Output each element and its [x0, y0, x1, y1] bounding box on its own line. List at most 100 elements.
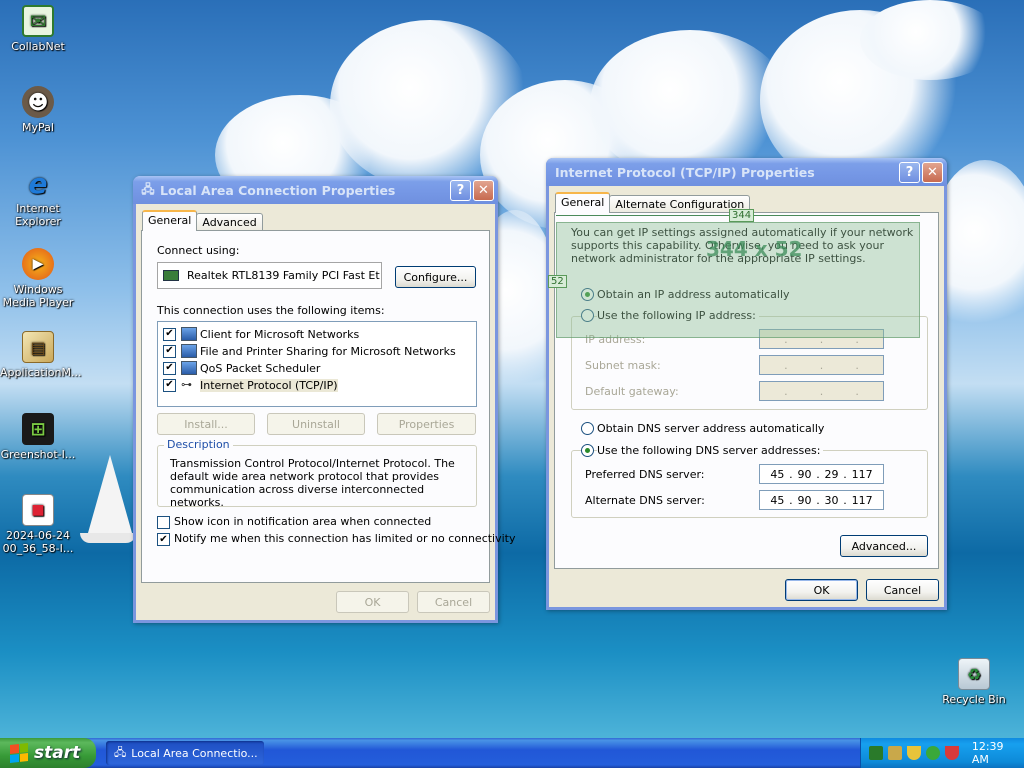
list-item[interactable]: ✔ File and Printer Sharing for Microsoft…: [163, 343, 456, 359]
advanced-button[interactable]: Advanced...: [840, 535, 928, 557]
local-area-connection-window: 🖧 Local Area Connection Properties ? ✕ G…: [133, 176, 516, 623]
close-button[interactable]: ✕: [473, 179, 494, 201]
ok-button[interactable]: OK: [336, 591, 409, 613]
internet-explorer-icon: e: [28, 166, 48, 200]
subnet-mask-field[interactable]: ...: [759, 355, 884, 375]
checkbox[interactable]: ✔: [163, 361, 176, 375]
configure-button[interactable]: Configure...: [395, 266, 476, 288]
default-gateway-label: Default gateway:: [585, 385, 679, 398]
tool-tray-icon[interactable]: [887, 746, 902, 760]
start-button[interactable]: start: [0, 738, 96, 768]
default-gateway-field[interactable]: ...: [759, 381, 884, 401]
ip-octet: 117: [851, 467, 873, 481]
network-icon: 🖧: [141, 181, 155, 196]
lac-general-panel: Connect using: Realtek RTL8139 Family PC…: [141, 230, 516, 583]
lac-titlebar[interactable]: 🖧 Local Area Connection Properties ? ✕: [133, 176, 498, 204]
tcpip-titlebar[interactable]: Internet Protocol (TCP/IP) Properties ? …: [546, 158, 947, 186]
cancel-button[interactable]: Cancel: [417, 591, 490, 613]
uninstall-button[interactable]: Uninstall: [267, 413, 365, 435]
collabnet-icon: ✉: [22, 5, 54, 37]
tab-advanced[interactable]: Advanced: [196, 213, 263, 231]
ip-octet: 29: [824, 467, 839, 481]
windows-logo-icon: [10, 743, 28, 763]
alternate-dns-field[interactable]: 45. 90. 30. 117: [759, 490, 884, 510]
subnet-mask-label: Subnet mask:: [585, 359, 661, 372]
preferred-dns-label: Preferred DNS server:: [585, 468, 705, 481]
mypal-icon: ☻: [22, 86, 54, 118]
ip-octet: 45: [770, 493, 785, 507]
checkbox[interactable]: ✔: [163, 344, 176, 358]
desktop-icon-collabnet[interactable]: ✉ CollabNet: [0, 5, 76, 53]
help-button[interactable]: ?: [450, 179, 471, 201]
adapter-field: Realtek RTL8139 Family PCI Fast Et: [157, 262, 382, 289]
components-list: ✔ Client for Microsoft Networks ✔ File a…: [157, 321, 477, 407]
description-legend: Description: [164, 438, 233, 451]
description-text: Transmission Control Protocol/Internet P…: [170, 457, 455, 509]
clock[interactable]: 12:39 AM: [972, 740, 1024, 766]
notify-checkbox[interactable]: ✔: [157, 533, 170, 546]
width-label: 344: [729, 209, 755, 222]
checkbox[interactable]: ✔: [163, 327, 176, 341]
description-group: Description Transmission Control Protoco…: [157, 438, 477, 509]
tab-general[interactable]: General: [555, 192, 611, 213]
desktop-icon-greenshot[interactable]: ⊞ Greenshot-I...: [0, 413, 76, 461]
list-item[interactable]: ✔ Client for Microsoft Networks: [163, 326, 359, 342]
ip-octet: 90: [797, 493, 812, 507]
desktop-icon-screenshot-file[interactable]: ■ 2024-06-24 00_36_58-I...: [0, 494, 76, 555]
items-label: This connection uses the following items…: [157, 304, 385, 317]
notify-label: Notify me when this connection has limit…: [174, 532, 516, 545]
sailboat: [88, 455, 132, 533]
connect-using-label: Connect using:: [157, 244, 240, 257]
taskbar-item-local-area-connection[interactable]: 🖧 Local Area Connectio...: [106, 741, 264, 765]
ip-octet: 30: [824, 493, 839, 507]
obtain-dns-radio[interactable]: [581, 422, 594, 435]
greenshot-icon: ⊞: [22, 413, 54, 445]
desktop-icon-mypal[interactable]: ☻ MyPal: [0, 86, 76, 134]
selection-size-text: 344 x 52: [706, 237, 803, 261]
tab-general[interactable]: General: [142, 210, 198, 231]
security-shield-icon[interactable]: [906, 746, 921, 760]
greenshot-tray-icon[interactable]: [869, 746, 883, 760]
height-label: 52: [548, 275, 567, 288]
network-adapter-icon: [163, 270, 179, 281]
image-file-icon: ■: [22, 494, 54, 526]
file-sharing-icon: [181, 344, 197, 358]
tcpip-tabs: General Alternate Configuration: [555, 192, 751, 213]
desktop-icon-recycle-bin[interactable]: ♻ Recycle Bin: [936, 658, 1012, 706]
lac-tabs: General Advanced: [142, 210, 263, 231]
lac-title: Local Area Connection Properties: [160, 182, 396, 198]
use-dns-radio[interactable]: [581, 444, 594, 457]
application-icon: ▤: [22, 331, 54, 363]
sailboat-hull: [80, 533, 136, 543]
preferred-dns-field[interactable]: 45. 90. 29. 117: [759, 464, 884, 484]
desktop-icon-applicationm[interactable]: ▤ ApplicationM...: [0, 331, 81, 379]
protocol-icon: ⊶: [181, 378, 197, 392]
close-button[interactable]: ✕: [922, 161, 943, 183]
windows-media-player-icon: ▶: [22, 248, 54, 280]
checkbox[interactable]: ✔: [163, 378, 176, 392]
use-dns-label: Use the following DNS server addresses:: [597, 444, 824, 457]
recycle-bin-icon: ♻: [958, 658, 990, 690]
obtain-dns-label: Obtain DNS server address automatically: [597, 422, 825, 435]
ip-octet: 90: [797, 467, 812, 481]
cancel-button[interactable]: Cancel: [866, 579, 939, 601]
show-icon-checkbox[interactable]: [157, 516, 170, 529]
desktop-icon-internet-explorer[interactable]: e Internet Explorer: [0, 166, 76, 229]
tcpip-title: Internet Protocol (TCP/IP) Properties: [555, 164, 815, 180]
list-item[interactable]: ✔ ⊶ Internet Protocol (TCP/IP): [163, 377, 338, 393]
properties-button[interactable]: Properties: [377, 413, 476, 435]
ok-button[interactable]: OK: [785, 579, 858, 601]
client-network-icon: [181, 327, 197, 341]
install-button[interactable]: Install...: [157, 413, 255, 435]
alert-shield-icon[interactable]: [944, 746, 959, 760]
network-icon: 🖧: [114, 745, 127, 759]
cloud: [860, 0, 1000, 80]
list-item[interactable]: ✔ QoS Packet Scheduler: [163, 360, 320, 376]
help-button[interactable]: ?: [899, 161, 920, 183]
network-tray-icon[interactable]: [925, 746, 940, 760]
system-tray: 12:39 AM: [860, 738, 1024, 768]
ip-octet: 117: [851, 493, 873, 507]
adapter-name: Realtek RTL8139 Family PCI Fast Et: [187, 269, 380, 282]
desktop-icon-windows-media-player[interactable]: ▶ Windows Media Player: [0, 248, 76, 309]
show-icon-label: Show icon in notification area when conn…: [174, 515, 432, 528]
